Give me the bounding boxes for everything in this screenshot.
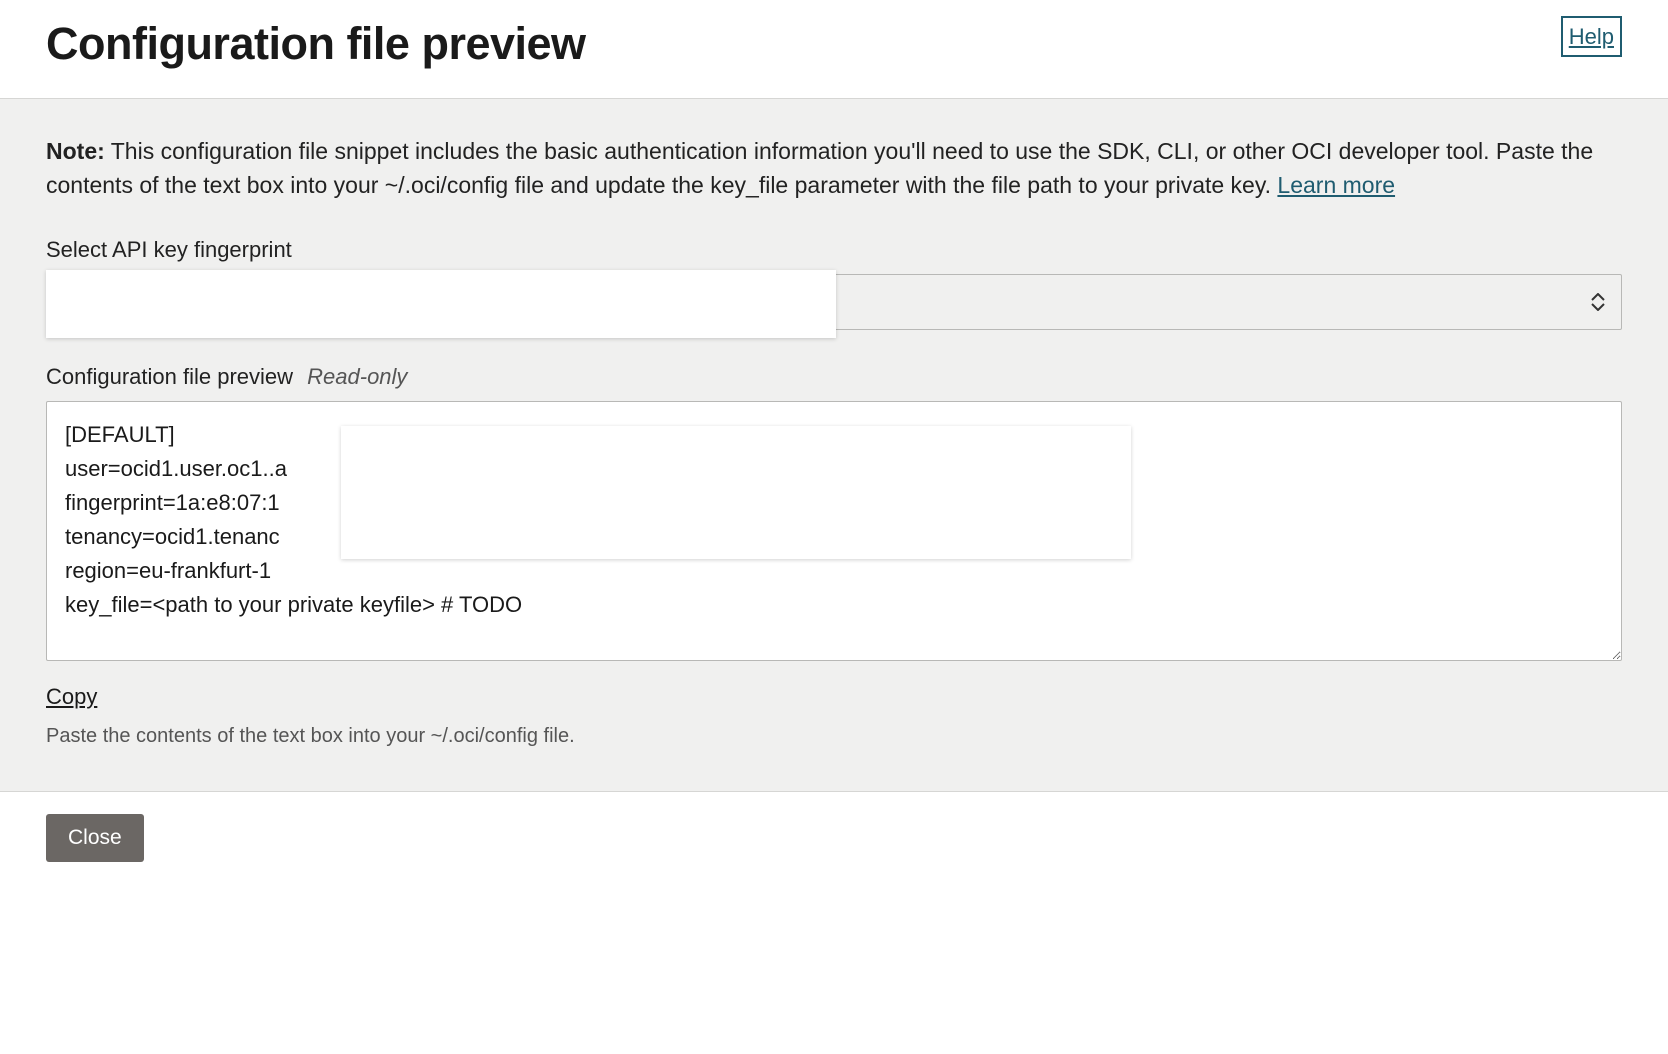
dialog-header: Configuration file preview Help	[0, 0, 1668, 98]
paste-hint: Paste the contents of the text box into …	[46, 721, 1622, 751]
dialog-body: Note: This configuration file snippet in…	[0, 98, 1668, 791]
preview-textarea-wrapper	[46, 401, 1622, 670]
preview-label: Configuration file preview	[46, 364, 293, 389]
close-button[interactable]: Close	[46, 814, 144, 862]
dialog-footer: Close	[0, 791, 1668, 884]
select-stepper-icon	[1591, 293, 1605, 311]
redaction-overlay	[46, 270, 836, 338]
note-text: Note: This configuration file snippet in…	[46, 134, 1622, 203]
fingerprint-select-wrapper	[46, 274, 1622, 330]
help-link[interactable]: Help	[1561, 16, 1622, 57]
copy-link[interactable]: Copy	[46, 680, 97, 713]
readonly-label: Read-only	[307, 364, 407, 389]
preview-label-row: Configuration file preview Read-only	[46, 360, 1622, 393]
fingerprint-label: Select API key fingerprint	[46, 233, 1622, 266]
page-title: Configuration file preview	[46, 10, 586, 78]
learn-more-link[interactable]: Learn more	[1277, 172, 1395, 198]
redaction-overlay	[341, 426, 1131, 559]
note-prefix: Note:	[46, 138, 105, 164]
